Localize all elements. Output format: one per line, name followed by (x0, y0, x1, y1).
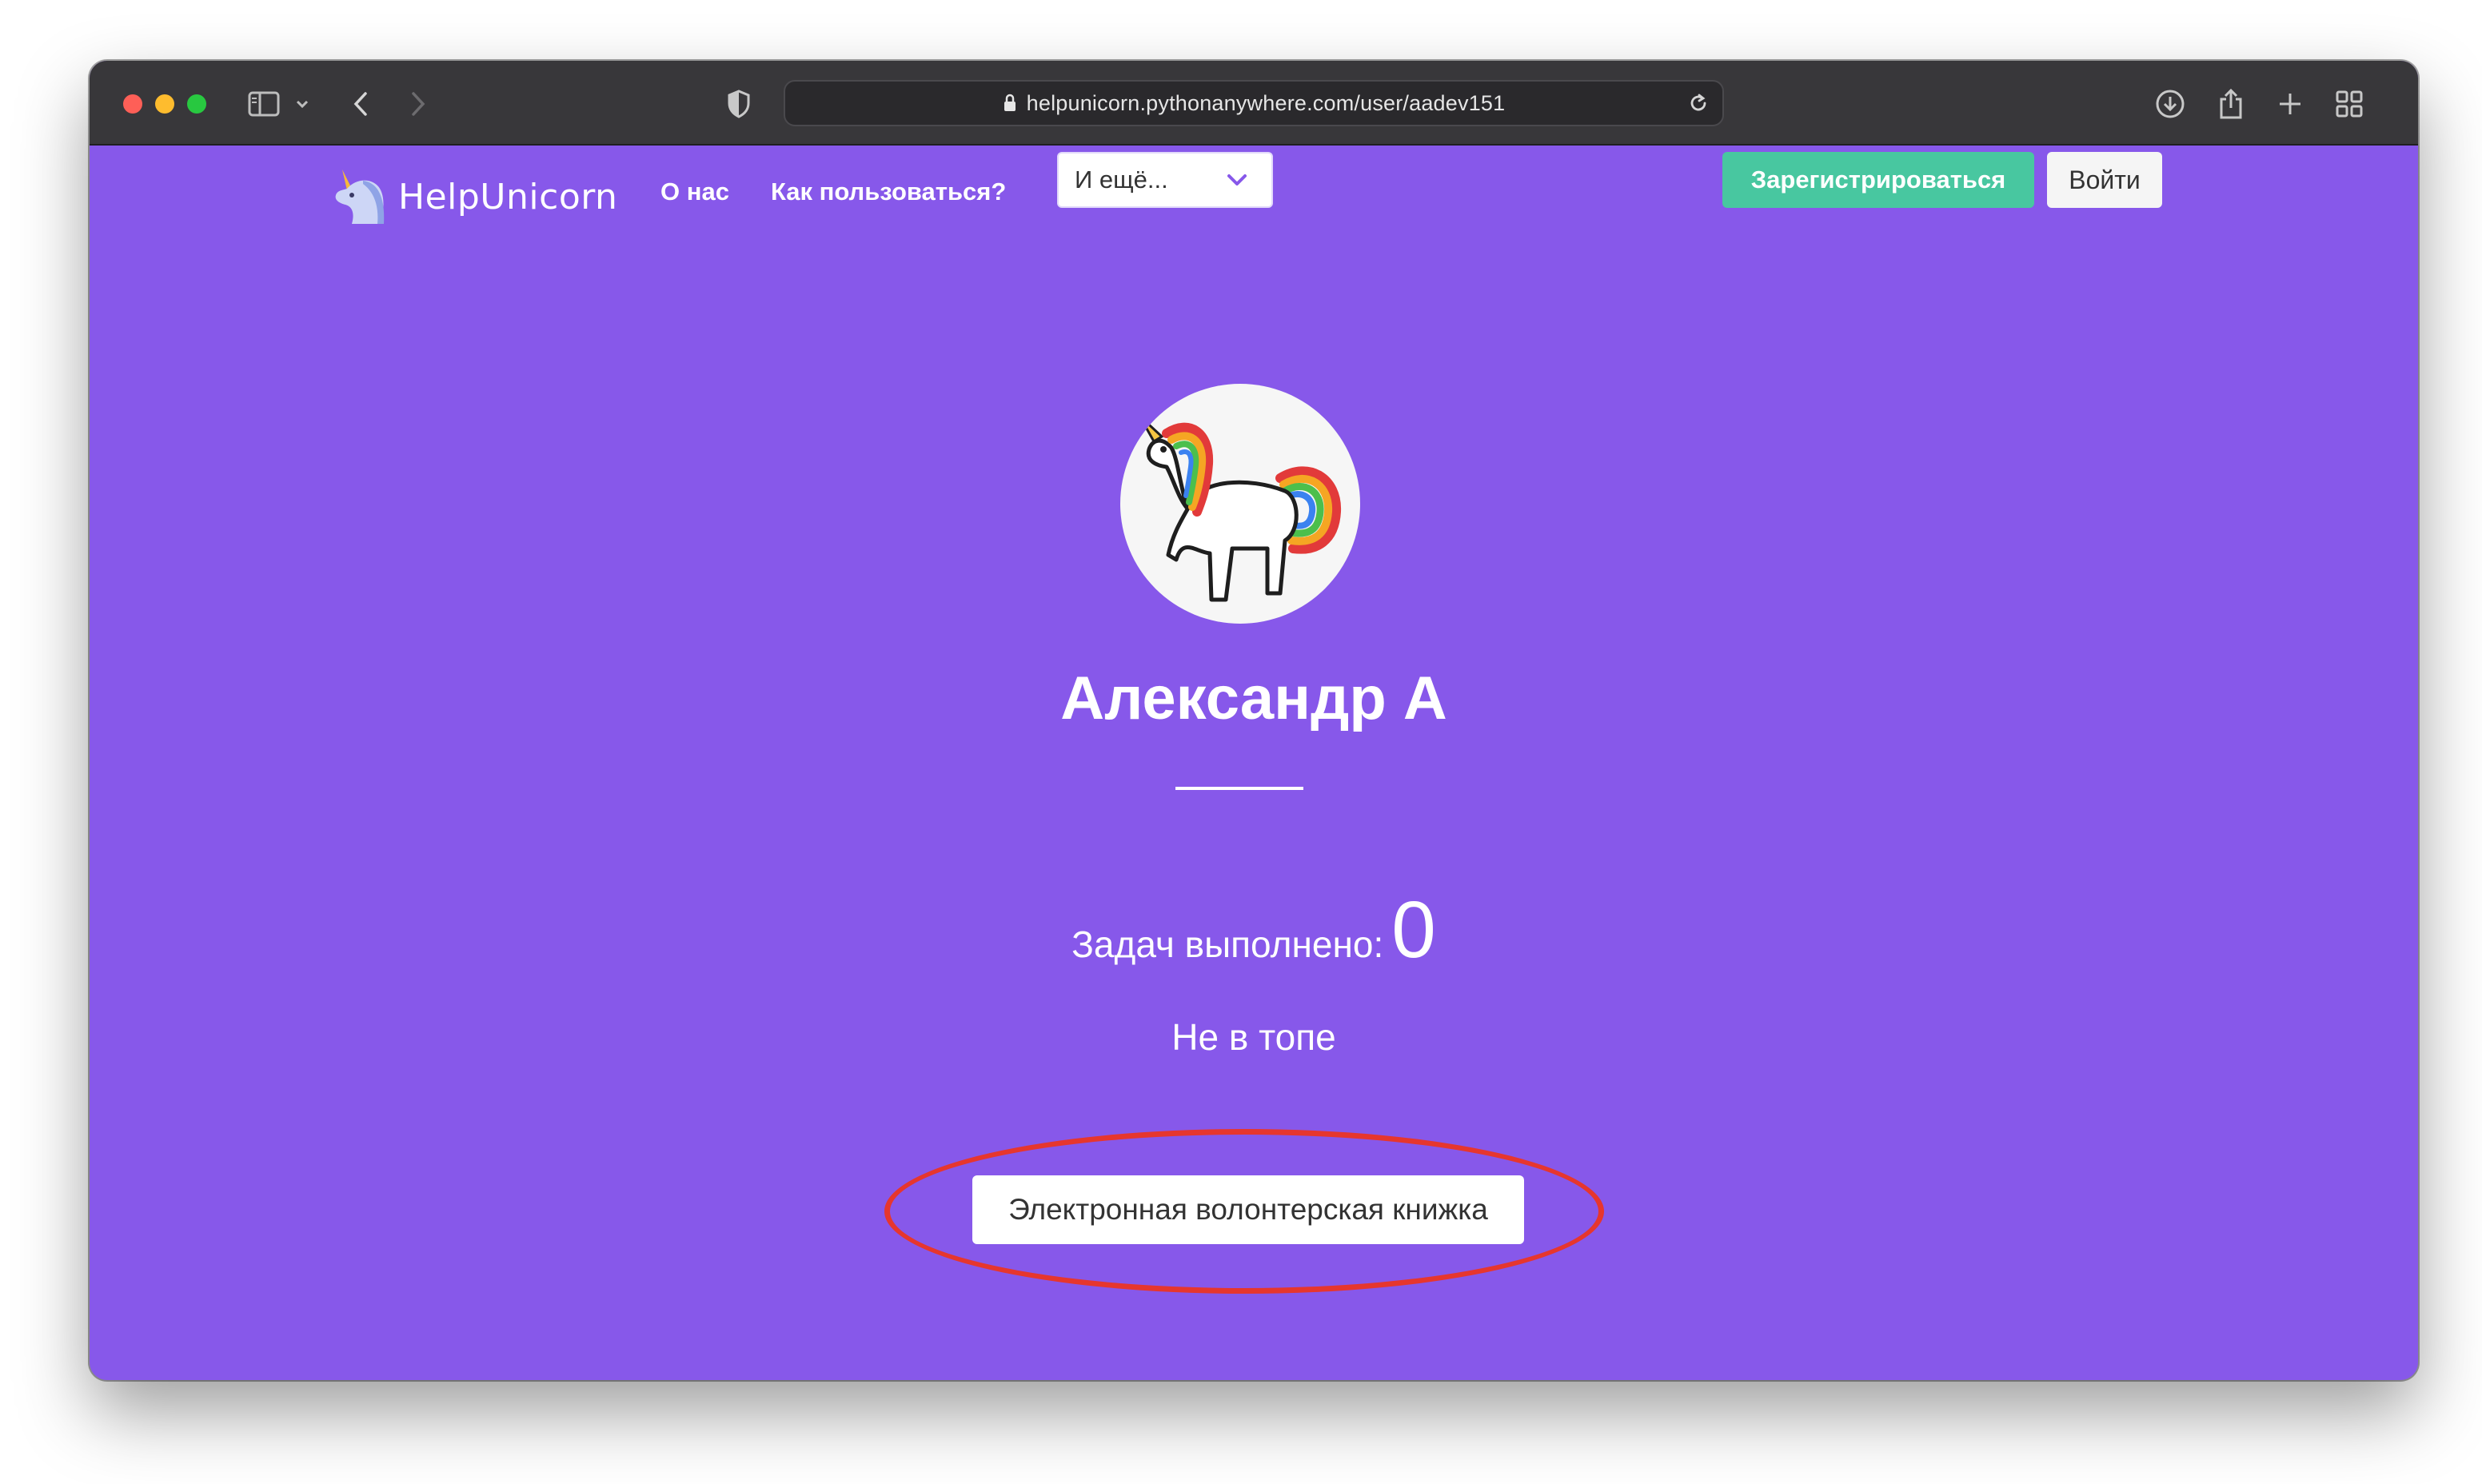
avatar (1120, 384, 1360, 624)
tasks-label: Задач выполнено: (1071, 924, 1384, 965)
tab-overview-icon[interactable] (2332, 86, 2367, 122)
chevron-down-icon (1227, 174, 1247, 186)
unicorn-logo-icon (335, 170, 385, 224)
browser-toolbar: helpunicorn.pythonanywhere.com/user/aade… (90, 61, 2418, 146)
minimize-window-button[interactable] (155, 94, 174, 114)
share-icon[interactable] (2213, 86, 2249, 122)
profile-name: Александр А (1060, 664, 1447, 732)
more-dropdown[interactable]: И ещё... (1057, 152, 1273, 208)
brand-logo[interactable]: HelpUnicorn (331, 168, 617, 225)
sidebar-icon[interactable] (246, 86, 281, 122)
tasks-stat: Задач выполнено: 0 (90, 884, 2418, 976)
lock-icon (1004, 94, 1016, 111)
tasks-count: 0 (1391, 885, 1436, 975)
register-button[interactable]: Зарегистрироваться (1722, 152, 2034, 208)
chevron-down-icon[interactable] (294, 86, 310, 122)
nav-link-how-to-use[interactable]: Как пользоваться? (771, 178, 1006, 206)
nav-link-about[interactable]: О нас (660, 178, 729, 206)
login-button[interactable]: Войти (2047, 152, 2162, 208)
brand-name: HelpUnicorn (398, 176, 618, 217)
url-text: helpunicorn.pythonanywhere.com/user/aade… (1026, 90, 1506, 115)
back-icon[interactable] (349, 86, 373, 122)
name-divider (1175, 787, 1303, 790)
forward-icon[interactable] (406, 86, 430, 122)
volunteer-book-button[interactable]: Электронная волонтерская книжка (972, 1175, 1524, 1244)
rank-status: Не в топе (1171, 1016, 1336, 1058)
browser-window: helpunicorn.pythonanywhere.com/user/aade… (90, 61, 2418, 1380)
new-tab-icon[interactable] (2273, 86, 2308, 122)
reload-icon[interactable] (1687, 92, 1710, 114)
shield-icon[interactable] (723, 86, 755, 122)
download-icon[interactable] (2153, 86, 2188, 122)
unicorn-avatar-icon (1138, 414, 1342, 602)
address-bar[interactable]: helpunicorn.pythonanywhere.com/user/aade… (784, 80, 1724, 126)
zoom-window-button[interactable] (187, 94, 206, 114)
more-dropdown-value: И ещё... (1075, 166, 1168, 193)
close-window-button[interactable] (123, 94, 142, 114)
